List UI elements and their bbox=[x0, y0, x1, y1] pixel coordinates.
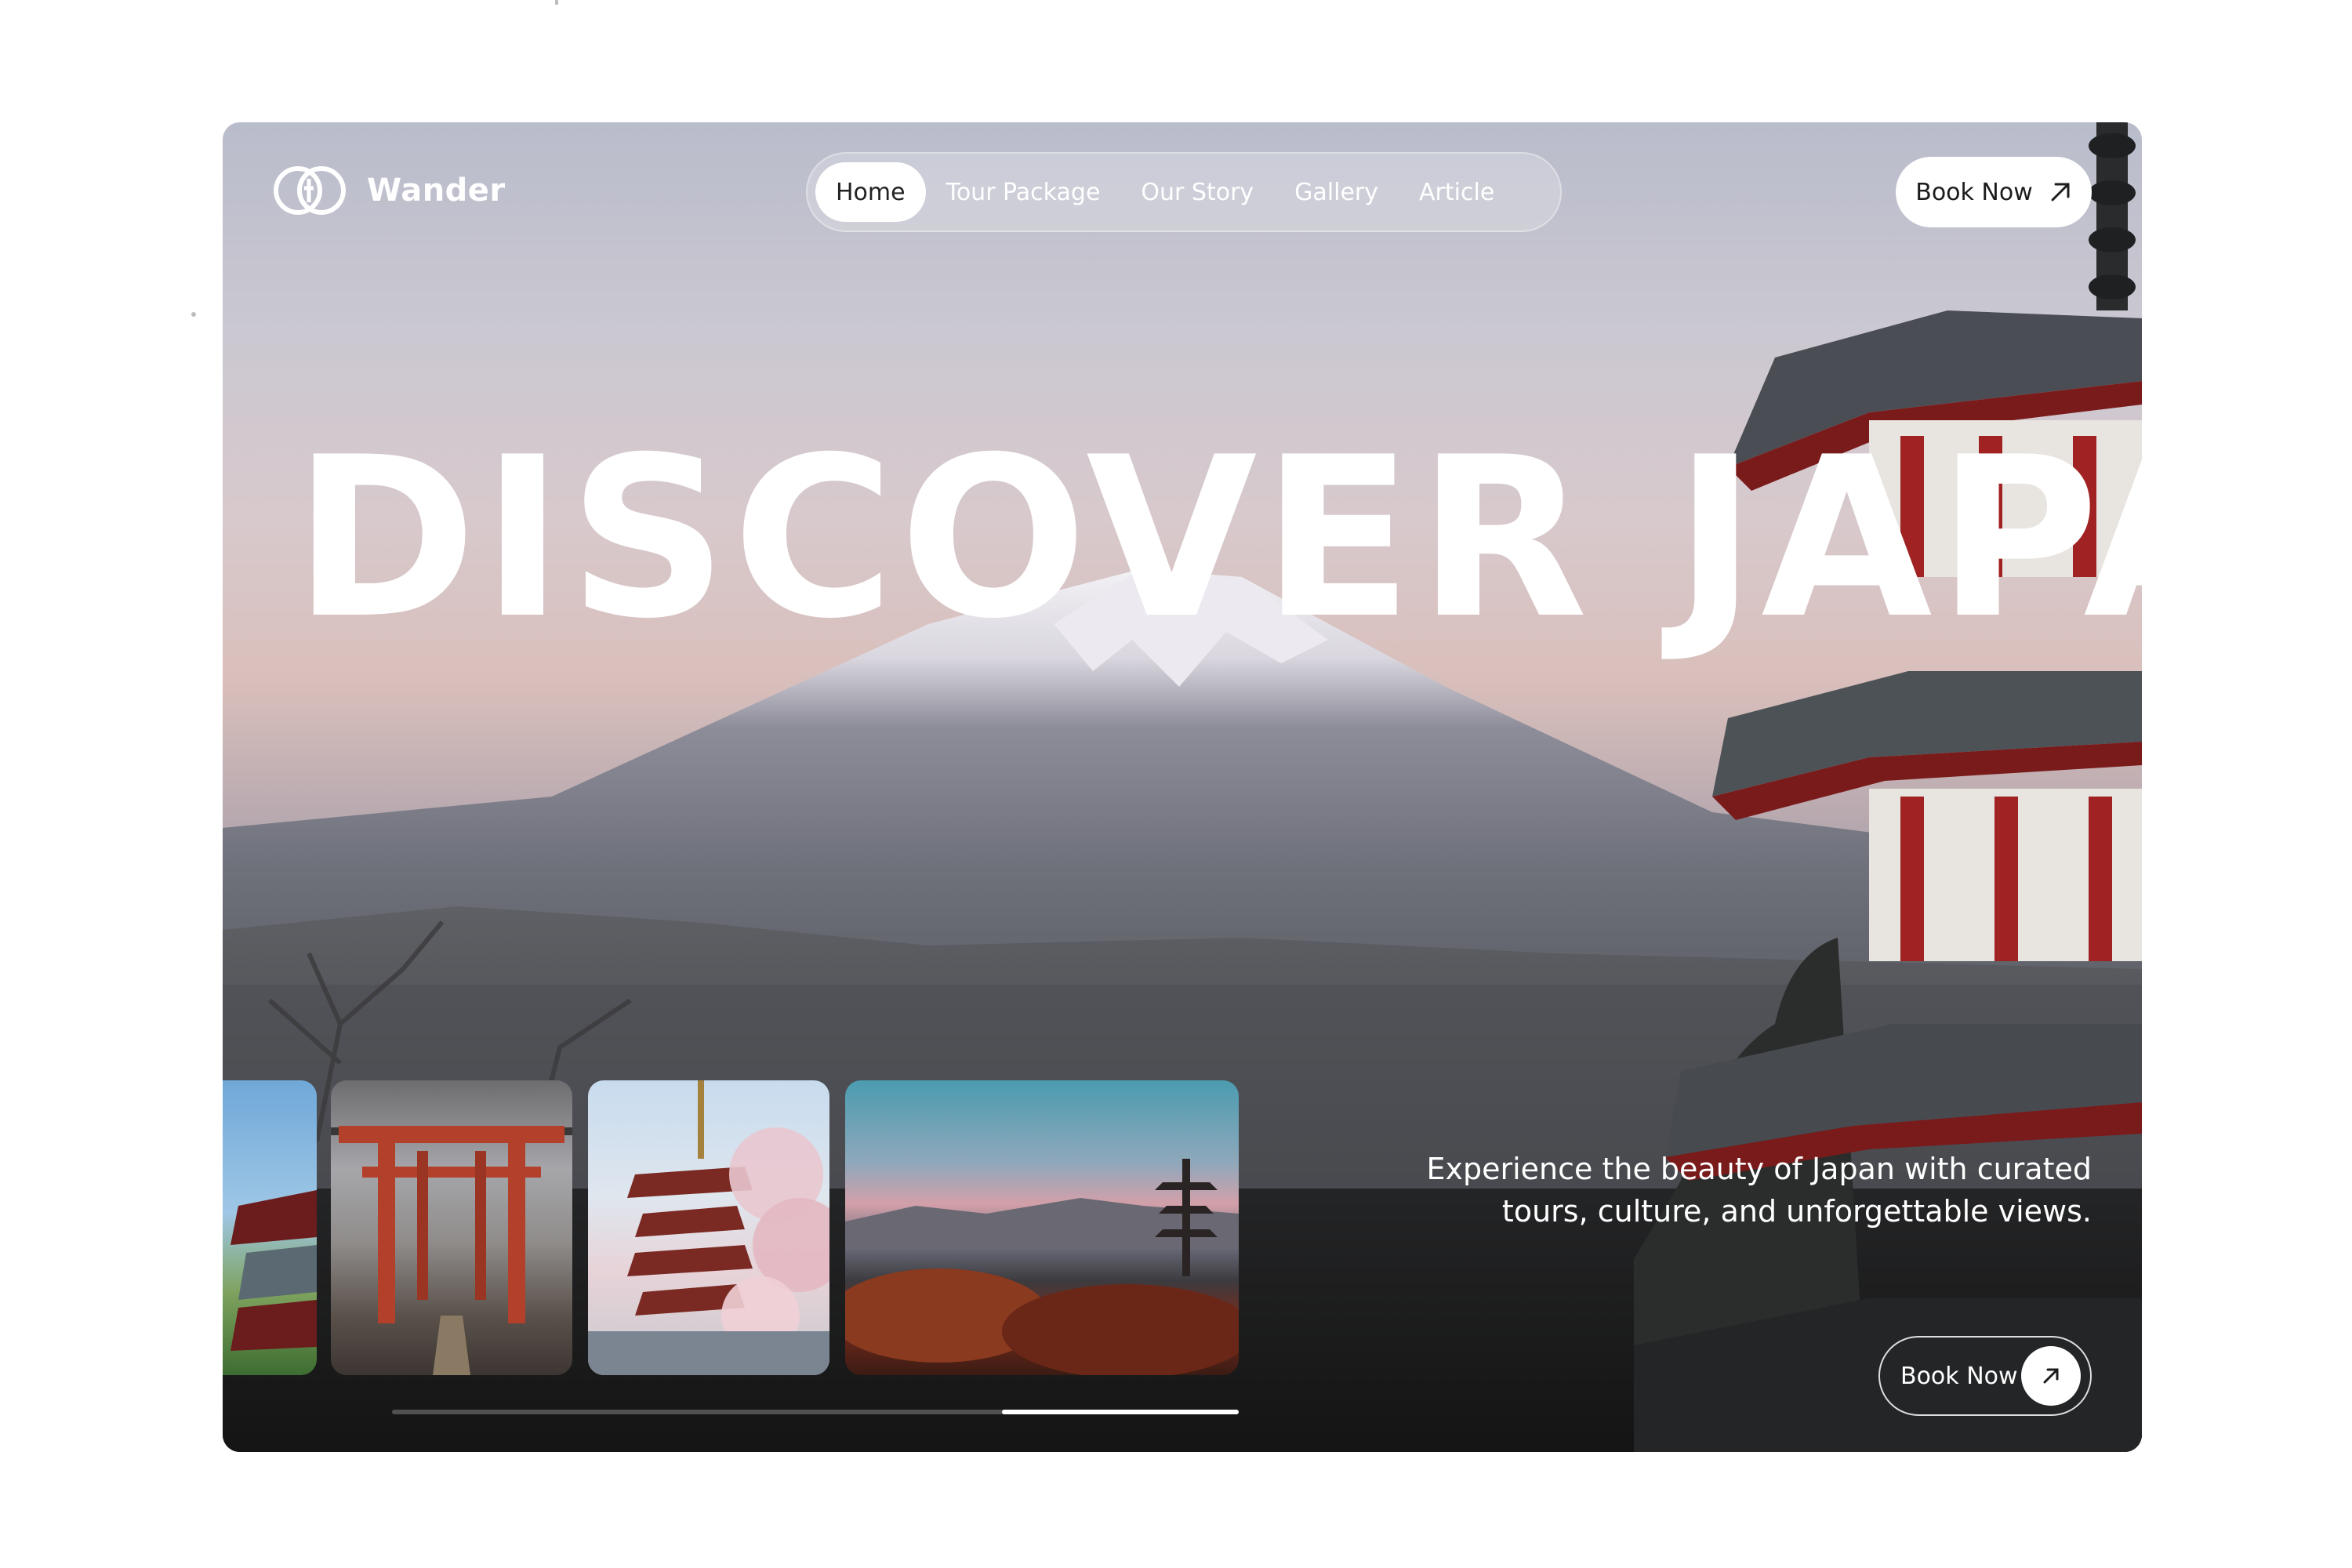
hero-headline: DISCOVER JAPAN bbox=[293, 409, 2142, 667]
main-nav: Home Tour Package Our Story Gallery Arti… bbox=[806, 152, 1562, 232]
nav-item-gallery[interactable]: Gallery bbox=[1274, 162, 1399, 222]
nav-item-our-story[interactable]: Our Story bbox=[1120, 162, 1274, 222]
nav-item-tour-package[interactable]: Tour Package bbox=[926, 162, 1121, 222]
nav-item-article[interactable]: Article bbox=[1399, 162, 1515, 222]
pagoda-cherry-blossom-image bbox=[588, 1080, 829, 1375]
hero-tagline: Experience the beauty of Japan with cura… bbox=[1386, 1148, 2092, 1232]
brand-name: Wander bbox=[367, 172, 506, 209]
brand-logo[interactable]: Wander bbox=[273, 162, 506, 220]
nav-item-home[interactable]: Home bbox=[815, 162, 926, 222]
arrow-up-right-icon bbox=[2043, 1368, 2059, 1384]
gallery-progress-track[interactable] bbox=[392, 1410, 1239, 1414]
book-now-hero-label: Book Now bbox=[1900, 1362, 2018, 1390]
gallery-thumbnail-4[interactable] bbox=[845, 1080, 1239, 1375]
gallery-thumbnail-3[interactable] bbox=[588, 1080, 829, 1375]
book-now-label: Book Now bbox=[1915, 178, 2033, 206]
pagoda-partial-image bbox=[230, 1190, 317, 1351]
tagline-line-2: tours, culture, and unforgettable views. bbox=[1501, 1194, 2092, 1229]
gallery-progress-indicator[interactable] bbox=[1001, 1410, 1239, 1414]
book-now-header-button[interactable]: Book Now bbox=[1896, 157, 2092, 227]
gallery-thumbnail-2[interactable] bbox=[331, 1080, 572, 1375]
book-now-hero-button[interactable]: Book Now bbox=[1878, 1336, 2092, 1416]
page-artifact bbox=[555, 0, 558, 5]
torii-gate-image bbox=[331, 1126, 572, 1375]
hero-section: Wander Home Tour Package Our Story Galle… bbox=[223, 122, 2142, 1452]
wander-logo-icon bbox=[274, 166, 346, 215]
pagoda-landscape-image bbox=[845, 1159, 1239, 1375]
pagoda-image bbox=[1634, 122, 2142, 1452]
arrow-circle bbox=[2021, 1346, 2081, 1406]
page-artifact bbox=[191, 312, 196, 317]
arrow-up-right-icon bbox=[2051, 183, 2070, 201]
tagline-line-1: Experience the beauty of Japan with cura… bbox=[1426, 1152, 2092, 1186]
gallery-thumbnail-1[interactable] bbox=[223, 1080, 317, 1375]
